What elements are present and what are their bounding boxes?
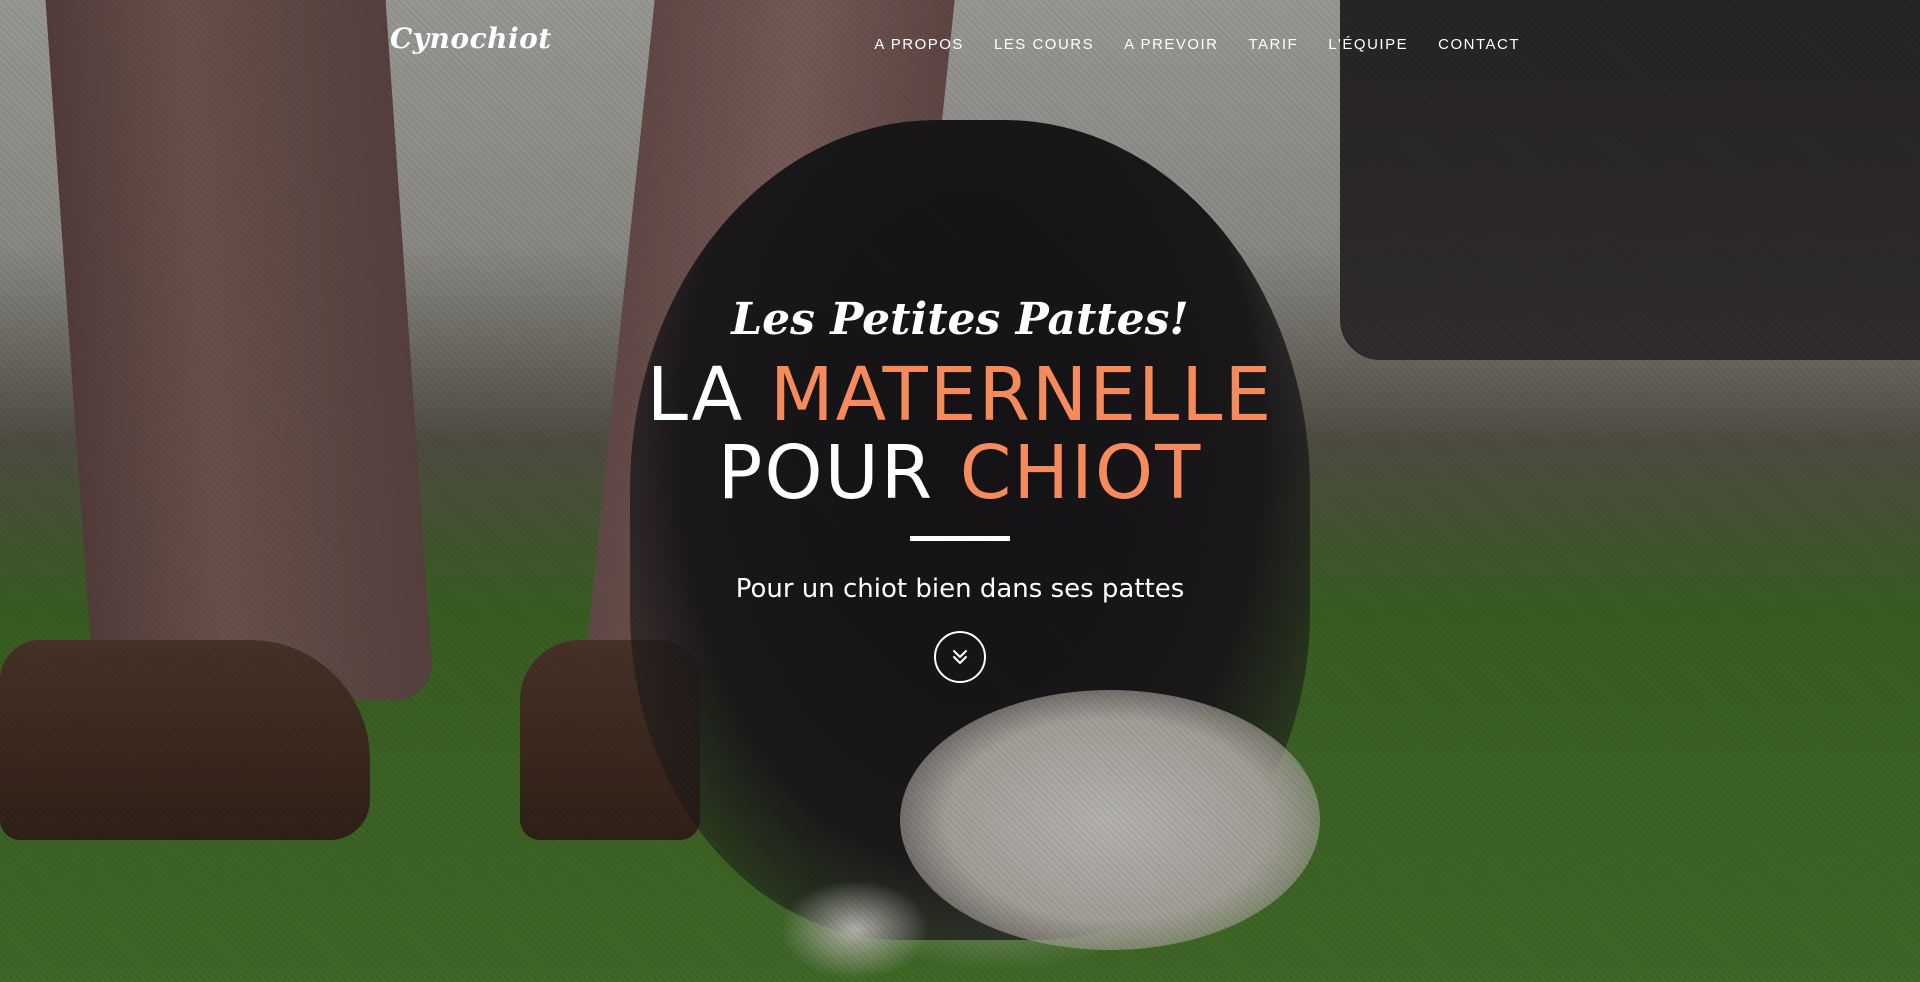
double-chevron-down-icon [953,650,967,664]
nav-item-les-cours: LES COURS [994,34,1094,53]
top-navigation: Cynochiot A PROPOS LES COURS A PREVOIR T… [0,0,1920,90]
hero-content: Les Petites Pattes! LA MATERNELLE POUR C… [0,290,1920,683]
nav-item-a-prevoir: A PREVOIR [1124,34,1218,53]
nav-menu: A PROPOS LES COURS A PREVOIR TARIF L'ÉQU… [874,34,1520,53]
hero-divider [910,536,1010,541]
hero-title-line2-plain: POUR [717,430,935,516]
nav-link-contact[interactable]: CONTACT [1438,36,1520,53]
nav-item-tarif: TARIF [1249,34,1299,53]
nav-link-equipe[interactable]: L'ÉQUIPE [1328,36,1408,53]
hero-section: Cynochiot A PROPOS LES COURS A PREVOIR T… [0,0,1920,982]
brand-logo[interactable]: Cynochiot [390,22,552,55]
nav-item-contact: CONTACT [1438,34,1520,53]
hero-script-heading: Les Petites Pattes! [731,294,1189,345]
nav-item-a-propos: A PROPOS [874,34,964,53]
nav-link-les-cours[interactable]: LES COURS [994,36,1094,53]
hero-title: LA MATERNELLE POUR CHIOT [0,356,1920,512]
hero-subtitle: Pour un chiot bien dans ses pattes [735,574,1185,604]
nav-link-a-propos[interactable]: A PROPOS [874,36,964,53]
nav-link-a-prevoir[interactable]: A PREVOIR [1124,36,1218,53]
hero-title-line2-accent: CHIOT [959,430,1203,516]
nav-link-tarif[interactable]: TARIF [1249,36,1299,53]
scroll-down-button[interactable] [934,631,986,683]
hero-title-line1-accent: MATERNELLE [769,352,1274,438]
hero-title-line1-plain: LA [646,352,745,438]
nav-item-equipe: L'ÉQUIPE [1328,34,1408,53]
